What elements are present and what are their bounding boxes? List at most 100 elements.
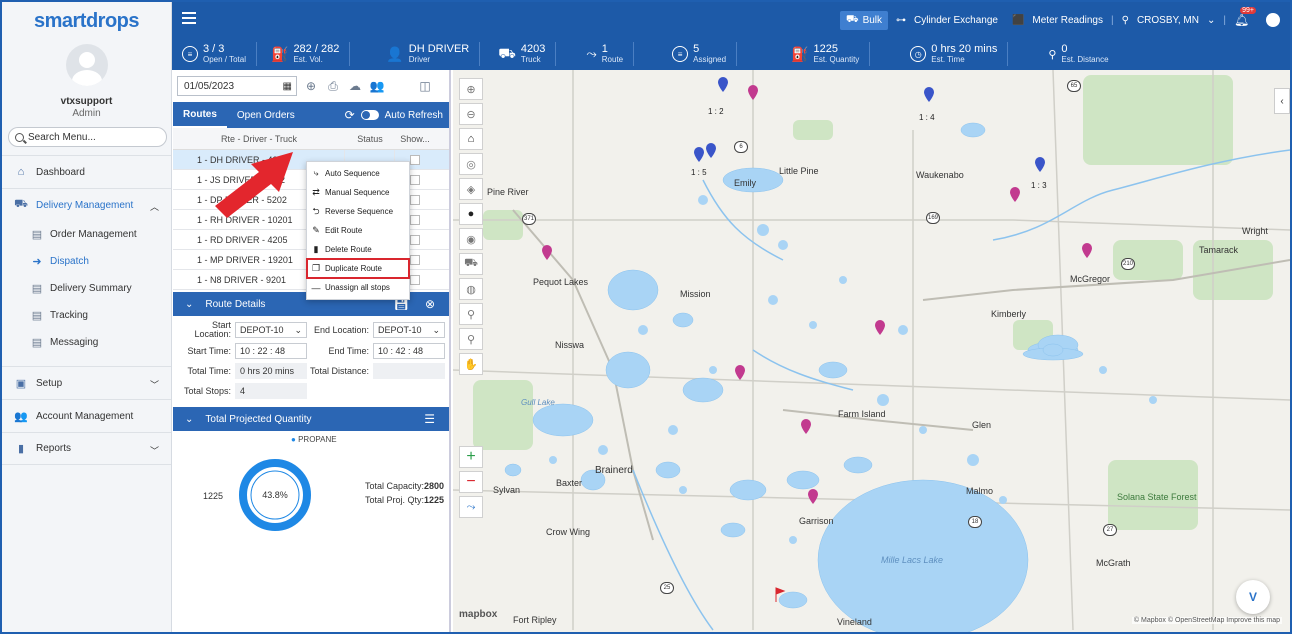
chevron-down-icon[interactable]: ⌄ — [1207, 15, 1215, 26]
truck-icon[interactable]: ⛟ — [459, 253, 483, 275]
bulk-label: Bulk — [862, 14, 883, 26]
close-icon[interactable]: ⊗ — [425, 297, 435, 311]
map-town: Glen — [972, 420, 992, 430]
total-time-label: Total Time: — [187, 366, 231, 376]
sidebar-subitem-tracking[interactable]: ▤ Tracking — [2, 302, 171, 329]
zoom-in-button[interactable]: + — [459, 446, 483, 468]
radar-icon[interactable]: ◉ — [459, 228, 483, 250]
user-menu-avatar[interactable] — [1266, 13, 1280, 27]
show-route-checkbox[interactable] — [410, 194, 420, 205]
tab-open-orders[interactable]: Open Orders — [227, 102, 305, 128]
show-route-checkbox[interactable] — [410, 234, 420, 245]
map-attribution[interactable]: © Mapbox © OpenStreetMap Improve this ma… — [1131, 617, 1282, 624]
add-pin-icon[interactable]: ⚲ — [459, 303, 483, 325]
remove-pin-icon[interactable]: ⚲ — [459, 328, 483, 350]
edit-route-menu-item[interactable]: ✎ Edit Route — [307, 221, 409, 240]
start-time-input[interactable]: 10 : 22 : 48 — [235, 343, 307, 359]
sidebar-subitem-delivery-summary[interactable]: ▤ Delivery Summary — [2, 275, 171, 302]
home-icon[interactable]: ⌂ — [459, 128, 483, 150]
show-route-checkbox[interactable] — [410, 254, 420, 265]
projected-quantity-chart: ● PROPANE 43.8% 1225 Total Capacity:2800… — [173, 431, 449, 561]
layers-icon[interactable]: ◈ — [459, 178, 483, 200]
sidebar-item-reports[interactable]: ▮ Reports ﹀ — [2, 432, 171, 465]
cylinder-exchange-link[interactable]: Cylinder Exchange — [914, 15, 998, 26]
auto-refresh-toggle[interactable] — [360, 110, 379, 120]
donut-chart: 43.8% — [239, 459, 311, 531]
edit-icon: ✎ — [312, 225, 320, 235]
end-time-input[interactable]: 10 : 42 : 48 — [373, 343, 445, 359]
bulk-button[interactable]: ⛟ Bulk — [839, 10, 889, 30]
meter-readings-link[interactable]: Meter Readings — [1032, 15, 1103, 26]
sidebar-subitem-messaging[interactable]: ▤ Messaging — [2, 329, 171, 356]
messaging-icon: ▤ — [31, 337, 43, 349]
route-label: 1 : 5 — [691, 168, 707, 177]
avatar[interactable] — [65, 44, 108, 86]
cloud-icon[interactable]: ☁ — [347, 78, 363, 94]
add-icon[interactable]: ⊕ — [303, 78, 319, 94]
team-icon[interactable]: 👥 — [369, 78, 385, 94]
stat-route: ⤳ 1 Route — [556, 42, 635, 66]
stat-assigned: ≡ 5 Assigned — [634, 42, 738, 66]
mapbox-logo[interactable]: mapbox — [459, 609, 497, 620]
route-label: 1 : 2 — [708, 107, 724, 116]
column-status[interactable]: Status — [345, 134, 395, 144]
sidebar-item-label: Delivery Management — [36, 199, 134, 211]
column-show[interactable]: Show... — [395, 134, 435, 144]
map-town: Mission — [680, 289, 711, 299]
show-route-checkbox[interactable] — [410, 154, 420, 165]
vx-chat-button[interactable]: V — [1236, 580, 1270, 614]
manual-sequence-menu-item[interactable]: ⇄ Manual Sequence — [307, 183, 409, 202]
show-route-checkbox[interactable] — [410, 174, 420, 185]
person-icon[interactable]: ● — [459, 203, 483, 225]
sidebar-item-label: Reports — [36, 443, 72, 454]
location-select[interactable]: CROSBY, MN — [1137, 15, 1199, 26]
search-menu-input[interactable]: Search Menu... — [8, 127, 167, 147]
zoom-out-button[interactable]: − — [459, 471, 483, 493]
date-picker[interactable]: 01/05/2023 ▦ — [177, 76, 297, 96]
show-route-checkbox[interactable] — [410, 214, 420, 225]
sidebar-subitem-dispatch[interactable]: ➜ Dispatch — [2, 248, 171, 275]
total-distance-label: Total Distance: — [309, 366, 369, 376]
sidebar-subitem-order-management[interactable]: ▤ Order Management — [2, 221, 171, 248]
layout-icon[interactable]: ◫ — [417, 78, 433, 94]
map-canvas — [453, 70, 1290, 632]
projected-quantity-header[interactable]: ⌄ Total Projected Quantity ☰ — [173, 407, 449, 431]
chevron-left-icon[interactable]: ‹ — [1274, 88, 1290, 114]
stat-est-distance: ⚲ 0 Est. Distance — [1048, 42, 1109, 64]
notification-badge: 99+ — [1240, 7, 1256, 14]
location-icon: ⚲ — [1121, 14, 1129, 26]
total-stops-label: Total Stops: — [183, 386, 231, 396]
menu-icon[interactable]: ☰ — [424, 412, 435, 426]
show-route-checkbox[interactable] — [410, 274, 420, 285]
zoom-out-search-icon[interactable]: ⊖ — [459, 103, 483, 125]
duplicate-route-menu-item[interactable]: ❐ Duplicate Route — [306, 258, 410, 279]
stat-truck: ⛟ 4203 Truck — [480, 42, 557, 66]
zoom-in-search-icon[interactable]: ⊕ — [459, 78, 483, 100]
target-icon[interactable]: ◎ — [459, 153, 483, 175]
reverse-sequence-menu-item[interactable]: ⮌ Reverse Sequence — [307, 202, 409, 221]
sidebar-item-delivery-management[interactable]: ⛟ Delivery Management ︿ — [2, 188, 171, 221]
refresh-icon[interactable]: ⟳ — [345, 108, 355, 122]
delete-route-menu-item[interactable]: ▮ Delete Route — [307, 240, 409, 259]
map-view[interactable]: 1 : 2 1 : 4 1 : 5 1 : 3 Pine River Emily… — [453, 70, 1290, 632]
route-icon[interactable]: ⤳ — [459, 496, 483, 518]
start-location-select[interactable]: DEPOT-10 ⌄ — [235, 322, 307, 338]
sidebar-subitem-label: Dispatch — [50, 256, 89, 267]
sidebar-item-account-management[interactable]: 👥 Account Management — [2, 399, 171, 432]
menu-toggle-icon[interactable] — [182, 12, 196, 24]
notification-bell-icon[interactable]: 🔔︎ 99+ — [1234, 7, 1256, 27]
print-icon[interactable]: ⎙ — [325, 78, 341, 94]
cylinder-icon: ⊶ — [896, 14, 907, 26]
tab-routes[interactable]: Routes — [173, 102, 227, 128]
auto-sequence-menu-item[interactable]: ⤷ Auto Sequence — [307, 164, 409, 183]
clock-icon: ◷ — [910, 46, 927, 62]
hand-icon[interactable]: ✋ — [459, 353, 483, 375]
dispatch-icon: ➜ — [32, 256, 42, 268]
app-logo[interactable]: smartdrops — [2, 2, 171, 40]
unassign-all-stops-menu-item[interactable]: — Unassign all stops — [307, 278, 409, 297]
end-location-select[interactable]: DEPOT-10 ⌄ — [373, 322, 445, 338]
sidebar-item-dashboard[interactable]: ⌂ Dashboard — [2, 155, 171, 188]
globe-icon[interactable]: ◍ — [459, 278, 483, 300]
sidebar-item-setup[interactable]: ▣ Setup ﹀ — [2, 366, 171, 399]
stat-est-time: ◷ 0 hrs 20 mins Est. Time — [870, 42, 1009, 66]
